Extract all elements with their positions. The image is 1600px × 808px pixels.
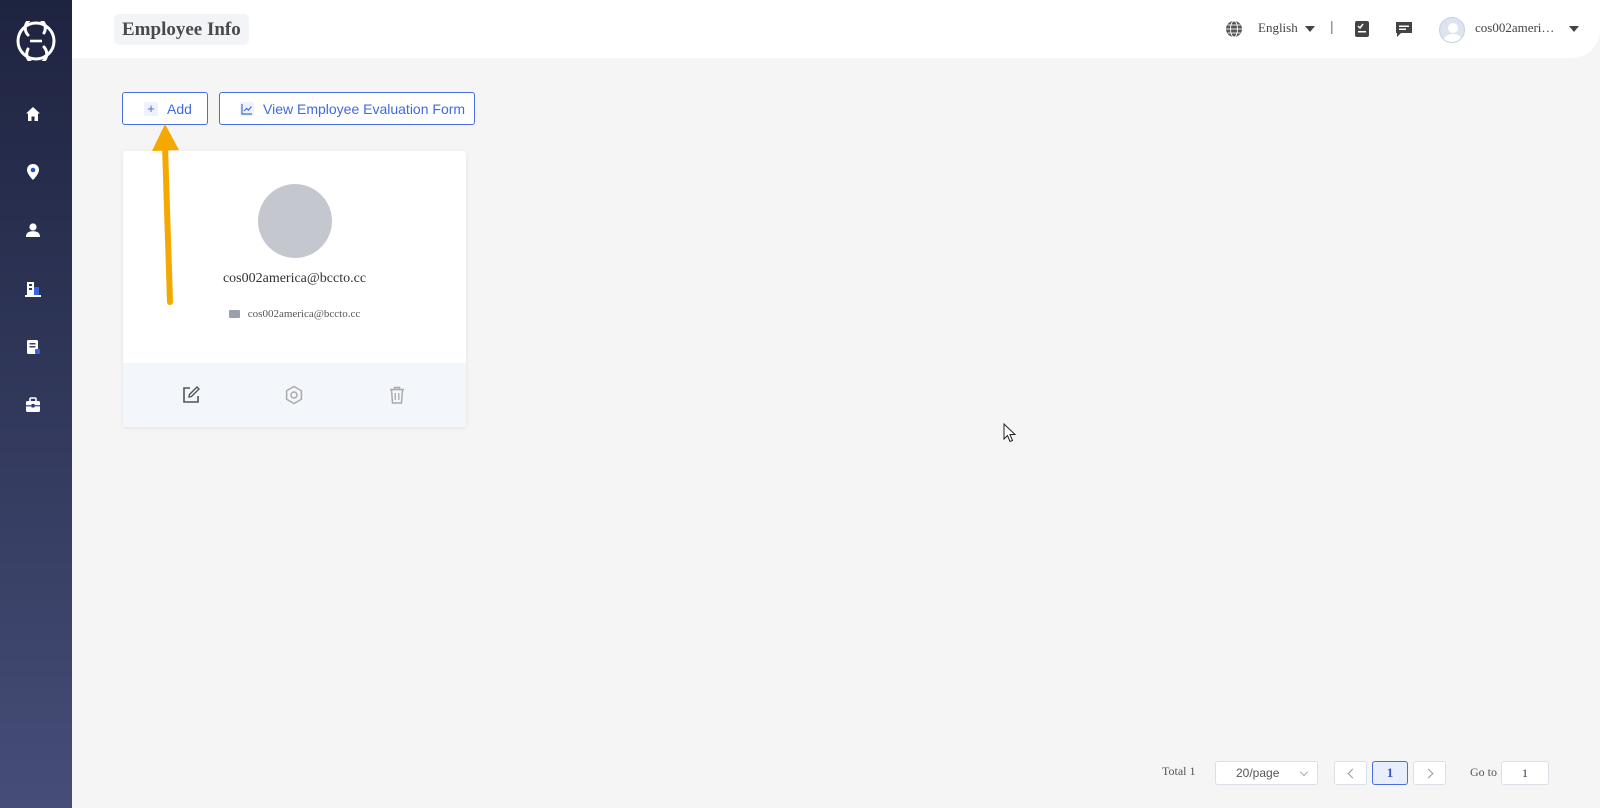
goto-label: Go to [1470, 765, 1497, 779]
page-size-value: 20/page [1236, 766, 1280, 780]
annotation-arrow-icon [152, 124, 179, 305]
sidebar-item-organization[interactable] [24, 280, 42, 298]
line-chart-icon [240, 101, 254, 116]
employee-avatar [258, 184, 332, 258]
user-menu-caret-icon[interactable] [1569, 26, 1579, 32]
goto-page-input[interactable] [1501, 761, 1549, 785]
sidebar-item-home[interactable] [24, 105, 42, 123]
language-selector[interactable]: English [1258, 20, 1298, 36]
home-icon [26, 107, 40, 121]
location-pin-icon [27, 164, 39, 180]
user-icon [26, 223, 40, 237]
delete-icon[interactable] [387, 385, 407, 405]
next-page-button[interactable] [1413, 761, 1446, 785]
card-actions [123, 363, 466, 427]
chevron-right-icon [1423, 768, 1434, 779]
add-button[interactable]: + Add [122, 92, 208, 125]
user-avatar[interactable] [1439, 17, 1465, 43]
view-evaluation-form-label: View Employee Evaluation Form [263, 100, 466, 117]
view-evaluation-form-button[interactable]: View Employee Evaluation Form [219, 92, 475, 125]
plus-icon: + [144, 101, 158, 116]
header-divider: | [1330, 18, 1334, 34]
task-list-icon[interactable] [1352, 19, 1372, 39]
page-title: Employee Info [114, 14, 249, 45]
globe-icon[interactable] [1225, 20, 1243, 38]
sidebar-item-employees[interactable] [24, 221, 42, 239]
mail-icon [228, 310, 240, 318]
edit-icon[interactable] [181, 385, 201, 405]
pagination-total: Total 1 [1162, 764, 1196, 778]
sidebar-item-reports[interactable] [24, 338, 42, 356]
chevron-down-icon [1299, 767, 1309, 777]
employee-email: cos002america@bccto.cc [247, 308, 361, 320]
current-page[interactable]: 1 [1372, 761, 1408, 785]
chevron-left-icon [1347, 768, 1358, 779]
page-size-select[interactable]: 20/page [1215, 761, 1318, 785]
sidebar [0, 0, 72, 808]
employee-email-row: cos002america@bccto.cc [123, 308, 466, 320]
app-logo[interactable] [16, 21, 56, 61]
sidebar-item-location[interactable] [24, 163, 42, 181]
settings-icon[interactable] [284, 385, 304, 405]
building-icon [25, 282, 41, 297]
document-icon [27, 340, 40, 354]
message-icon[interactable] [1394, 19, 1414, 39]
language-caret-icon[interactable] [1305, 26, 1315, 32]
sidebar-item-security[interactable] [24, 396, 42, 414]
briefcase-icon [26, 397, 40, 412]
user-menu[interactable]: cos002ameri… [1475, 20, 1554, 36]
top-header: Employee Info English | cos002ameri… [72, 0, 1600, 58]
add-button-label: Add [167, 100, 192, 117]
prev-page-button[interactable] [1334, 761, 1367, 785]
avatar-placeholder-icon [1443, 23, 1463, 42]
mouse-cursor-icon [1003, 423, 1017, 443]
